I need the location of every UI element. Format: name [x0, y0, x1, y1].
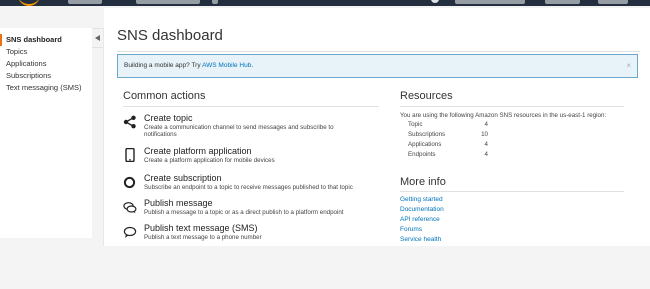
- services-menu[interactable]: [68, 0, 102, 4]
- sidebar: SNS dashboard Topics Applications Subscr…: [0, 28, 92, 238]
- resource-label[interactable]: Topic: [408, 121, 422, 128]
- resource-count: 10: [481, 131, 488, 138]
- common-actions-heading: Common actions: [123, 90, 206, 102]
- resource-count: 4: [484, 151, 488, 158]
- caret-left-icon: [95, 35, 100, 41]
- alert-text: Building a mobile app? Try: [124, 62, 203, 69]
- support-menu[interactable]: [598, 0, 628, 4]
- sidebar-item-subscriptions[interactable]: Subscriptions: [0, 70, 92, 82]
- resource-row-topic: Topic 4: [408, 121, 488, 131]
- resource-count: 4: [484, 121, 488, 128]
- alert-suffix: .: [251, 62, 254, 69]
- aws-logo[interactable]: [18, 0, 40, 6]
- sidebar-item-topics[interactable]: Topics: [0, 46, 92, 58]
- create-platform-application-description: Create a platform application for mobile…: [144, 157, 275, 164]
- resource-row-applications: Applications 4: [408, 141, 488, 151]
- create-platform-application-action[interactable]: Create platform application Create a pla…: [123, 146, 383, 168]
- sidebar-item-sns-dashboard[interactable]: SNS dashboard: [0, 34, 92, 46]
- sidebar-item-text-messaging[interactable]: Text messaging (SMS): [0, 82, 92, 94]
- resource-label[interactable]: Subscriptions: [408, 131, 445, 138]
- circle-icon: [123, 176, 136, 189]
- resources-divider: [400, 106, 624, 107]
- chat-bubbles-icon: [123, 202, 137, 214]
- title-divider: [117, 51, 640, 52]
- pin-icon[interactable]: [212, 0, 218, 4]
- create-subscription-action[interactable]: Create subscription Subscribe an endpoin…: [123, 173, 383, 195]
- sidebar-item-applications[interactable]: Applications: [0, 58, 92, 70]
- aws-mobile-hub-link[interactable]: AWS Mobile Hub: [202, 62, 251, 69]
- resource-row-endpoints: Endpoints 4: [408, 151, 488, 161]
- resource-label[interactable]: Endpoints: [408, 151, 436, 158]
- mobile-device-icon: [125, 148, 135, 162]
- publish-text-message-action[interactable]: Publish text message (SMS) Publish a tex…: [123, 223, 383, 245]
- publish-message-link[interactable]: Publish message: [144, 198, 213, 208]
- service-health-link[interactable]: Service health: [400, 236, 441, 243]
- forums-link[interactable]: Forums: [400, 226, 422, 233]
- resource-label[interactable]: Applications: [408, 141, 441, 148]
- more-info-heading: More info: [400, 176, 446, 188]
- publish-message-description: Publish a message to a topic or as a dir…: [144, 209, 344, 216]
- publish-text-message-link[interactable]: Publish text message (SMS): [144, 223, 258, 233]
- documentation-link[interactable]: Documentation: [400, 206, 444, 213]
- alert-message: Building a mobile app? Try AWS Mobile Hu…: [124, 62, 253, 69]
- info-alert: Building a mobile app? Try AWS Mobile Hu…: [117, 54, 638, 78]
- top-navigation-bar: [0, 0, 650, 6]
- create-topic-description: Create a communication channel to send m…: [144, 124, 334, 138]
- create-subscription-link[interactable]: Create subscription: [144, 173, 222, 183]
- resource-groups-menu[interactable]: [136, 0, 200, 4]
- page-title: SNS dashboard: [117, 27, 223, 44]
- getting-started-link[interactable]: Getting started: [400, 196, 443, 203]
- resource-row-subscriptions: Subscriptions 10: [408, 131, 488, 141]
- api-reference-link[interactable]: API reference: [400, 216, 440, 223]
- create-subscription-description: Subscribe an endpoint to a topic to rece…: [144, 184, 353, 191]
- more-info-divider: [400, 191, 624, 192]
- publish-message-action[interactable]: Publish message Publish a message to a t…: [123, 198, 383, 220]
- common-actions-divider: [123, 106, 379, 107]
- create-topic-action[interactable]: Create topic Create a communication chan…: [123, 113, 383, 139]
- main-content: SNS dashboard Building a mobile app? Try…: [104, 8, 650, 246]
- resources-heading: Resources: [400, 90, 453, 102]
- create-topic-link[interactable]: Create topic: [144, 113, 193, 123]
- account-menu[interactable]: [455, 0, 525, 4]
- create-platform-application-link[interactable]: Create platform application: [144, 146, 252, 156]
- notifications-icon[interactable]: [431, 0, 439, 3]
- publish-text-message-description: Publish a text message to a phone number: [144, 234, 262, 241]
- speech-bubble-icon: [123, 226, 137, 238]
- alert-close-icon[interactable]: ×: [626, 61, 631, 70]
- resource-count: 4: [484, 141, 488, 148]
- region-menu[interactable]: [545, 0, 580, 4]
- share-icon: [123, 115, 136, 129]
- resources-intro: You are using the following Amazon SNS r…: [400, 112, 607, 119]
